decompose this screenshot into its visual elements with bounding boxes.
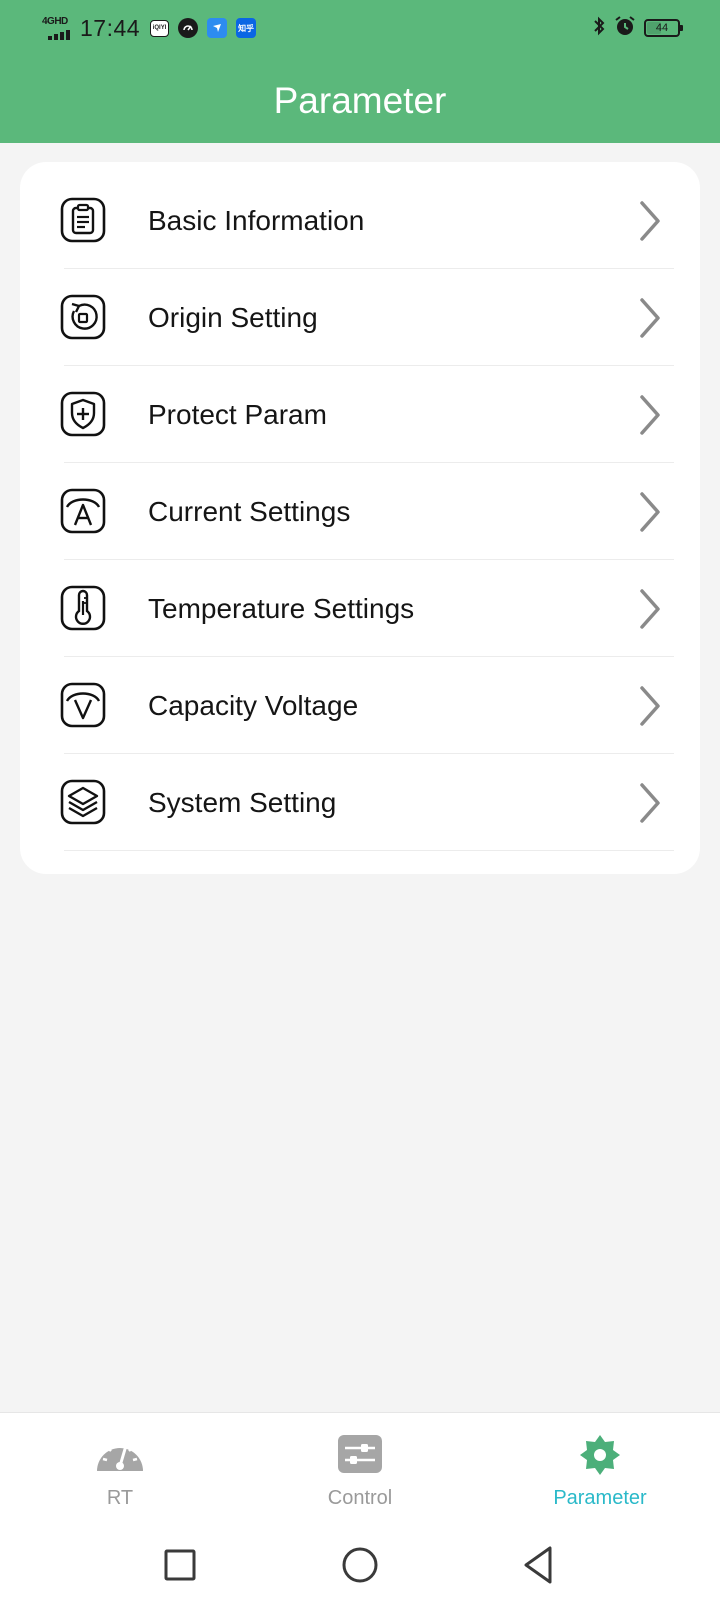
alarm-icon bbox=[614, 15, 636, 42]
tab-label: Parameter bbox=[553, 1487, 647, 1509]
gear-icon bbox=[574, 1433, 626, 1477]
voltage-icon bbox=[60, 682, 106, 728]
chevron-right-icon bbox=[636, 294, 664, 342]
bottom-tab-bar: RT Control Parameter bbox=[0, 1412, 720, 1531]
tab-parameter[interactable]: Parameter bbox=[500, 1413, 700, 1531]
menu-item-current-settings[interactable]: Current Settings bbox=[20, 463, 700, 560]
header: 4GHD 17:44 iQIYI 知乎 44 Parameter bbox=[0, 0, 720, 143]
tab-control[interactable]: Control bbox=[260, 1413, 460, 1531]
tab-label: RT bbox=[106, 1487, 134, 1509]
status-bar-right: 44 bbox=[592, 14, 683, 42]
clipboard-icon bbox=[60, 197, 106, 243]
status-bar: 4GHD 17:44 iQIYI 知乎 44 bbox=[0, 0, 720, 58]
shield-plus-icon bbox=[60, 391, 106, 437]
bluetooth-icon bbox=[592, 16, 606, 41]
iqiyi-icon: iQIYI bbox=[150, 19, 170, 37]
menu-item-label: Origin Setting bbox=[148, 302, 318, 333]
chevron-right-icon bbox=[636, 488, 664, 536]
zhihu-icon: 知乎 bbox=[236, 18, 257, 38]
status-bar-left: 4GHD 17:44 iQIYI 知乎 bbox=[42, 12, 265, 44]
menu-item-label: System Setting bbox=[148, 787, 337, 818]
network-type: 4GHD bbox=[42, 16, 68, 27]
speedometer-icon bbox=[94, 1433, 146, 1477]
signal-icon: 4GHD bbox=[42, 14, 74, 42]
battery-icon: 44 bbox=[644, 19, 683, 37]
chevron-right-icon bbox=[636, 197, 664, 245]
chevron-right-icon bbox=[636, 585, 664, 633]
reset-rotate-icon bbox=[60, 294, 106, 340]
thermometer-icon bbox=[60, 585, 106, 631]
parameter-menu: Basic Information Origin Setting Protect… bbox=[20, 162, 700, 874]
speed-icon bbox=[178, 18, 199, 38]
menu-item-origin-setting[interactable]: Origin Setting bbox=[20, 269, 700, 366]
layers-icon bbox=[60, 779, 106, 825]
menu-item-label: Capacity Voltage bbox=[148, 690, 359, 721]
menu-item-capacity-voltage[interactable]: Capacity Voltage bbox=[20, 657, 700, 754]
current-ampere-icon bbox=[60, 488, 106, 534]
chevron-right-icon bbox=[636, 779, 664, 827]
recents-square-icon[interactable] bbox=[157, 1542, 203, 1588]
screen: 4GHD 17:44 iQIYI 知乎 44 Parameter Basic I… bbox=[0, 0, 720, 1600]
menu-item-system-setting[interactable]: System Setting bbox=[20, 754, 700, 851]
system-navigation-bar bbox=[0, 1530, 720, 1600]
clock: 17:44 bbox=[80, 14, 141, 41]
tab-label: Control bbox=[327, 1487, 393, 1509]
sliders-icon bbox=[334, 1433, 386, 1477]
bird-app-icon bbox=[207, 18, 228, 38]
menu-item-label: Current Settings bbox=[148, 496, 351, 527]
menu-item-temperature-settings[interactable]: Temperature Settings bbox=[20, 560, 700, 657]
menu-item-protect-param[interactable]: Protect Param bbox=[20, 366, 700, 463]
menu-item-label: Basic Information bbox=[148, 205, 365, 236]
menu-item-label: Protect Param bbox=[148, 399, 327, 430]
chevron-right-icon bbox=[636, 682, 664, 730]
divider bbox=[64, 850, 674, 851]
battery-level: 44 bbox=[655, 22, 669, 34]
menu-item-label: Temperature Settings bbox=[148, 593, 415, 624]
back-triangle-icon[interactable] bbox=[517, 1542, 563, 1588]
tab-rt[interactable]: RT bbox=[20, 1413, 220, 1531]
home-circle-icon[interactable] bbox=[337, 1542, 383, 1588]
chevron-right-icon bbox=[636, 391, 664, 439]
page-title: Parameter bbox=[273, 80, 447, 121]
menu-item-basic-information[interactable]: Basic Information bbox=[20, 172, 700, 269]
